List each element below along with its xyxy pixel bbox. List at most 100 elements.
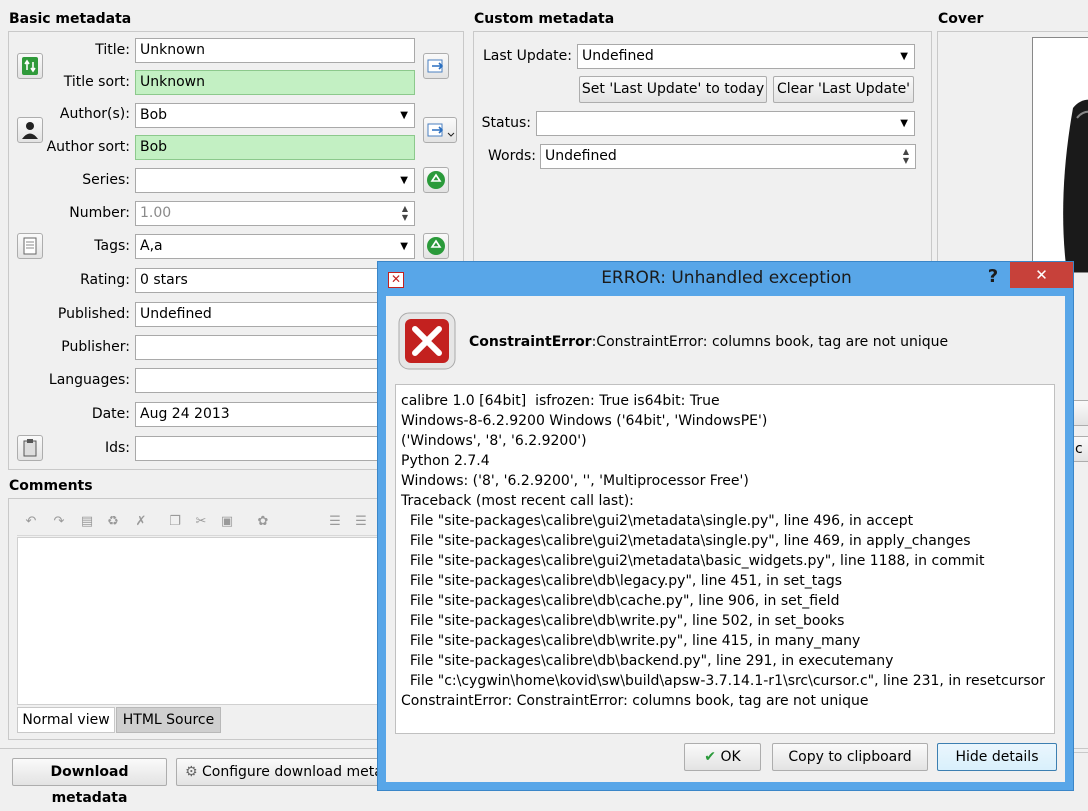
- remove-format-icon[interactable]: ✗: [133, 514, 149, 530]
- series-number-spinbox[interactable]: 1.00 ▲ ▼: [135, 201, 415, 226]
- rating-combobox[interactable]: 0 stars: [135, 268, 380, 293]
- undo-icon[interactable]: ↶: [23, 514, 39, 530]
- unordered-list-icon[interactable]: ☰: [353, 514, 369, 530]
- tab-normal-view[interactable]: Normal view: [17, 707, 115, 733]
- words-spinbox[interactable]: Undefined ▲ ▼: [540, 144, 916, 169]
- custom-metadata-title: Custom metadata: [474, 11, 615, 27]
- clear-tags-button[interactable]: [423, 233, 449, 259]
- last-update-label: Last Update:: [482, 48, 572, 64]
- dialog-body: ConstraintError:ConstraintError: columns…: [386, 296, 1065, 782]
- title-sort-label: Title sort:: [63, 74, 130, 90]
- publisher-combobox[interactable]: [135, 335, 380, 360]
- traceback-line: calibre 1.0 [64bit] isfrozen: True is64b…: [401, 393, 720, 409]
- arrow-right-icon: [427, 59, 444, 73]
- tags-value: A,a: [140, 238, 163, 254]
- tags-combobox[interactable]: A,a ▼: [135, 234, 415, 259]
- paste-icon[interactable]: ▣: [219, 514, 235, 530]
- traceback-line: Traceback (most recent call last):: [401, 493, 634, 509]
- copy-icon[interactable]: ❐: [167, 514, 183, 530]
- basic-metadata-title: Basic metadata: [9, 11, 132, 27]
- date-edit[interactable]: Aug 24 2013: [135, 402, 380, 427]
- comments-editor[interactable]: [17, 537, 382, 705]
- cut-icon[interactable]: ✂: [193, 514, 209, 530]
- configure-download-button[interactable]: ⚙ Configure download meta: [176, 758, 386, 786]
- published-date-edit[interactable]: Undefined: [135, 302, 380, 327]
- error-text: :ConstraintError: columns book, tag are …: [591, 334, 949, 350]
- traceback-line: File "site-packages\calibre\db\backend.p…: [401, 653, 894, 669]
- arrow-right-dropdown-icon: [427, 123, 455, 137]
- configure-download-label: Configure download meta: [202, 764, 383, 780]
- ok-button[interactable]: ✔ OK: [684, 743, 761, 771]
- set-last-update-today-button[interactable]: Set 'Last Update' to today: [579, 76, 767, 103]
- author-sort-input[interactable]: Bob: [135, 135, 415, 160]
- traceback-line: Python 2.7.4: [401, 453, 490, 469]
- chevron-down-icon: ▼: [900, 118, 908, 129]
- ids-label: Ids:: [104, 440, 130, 456]
- cover-image[interactable]: [1032, 37, 1088, 273]
- languages-input[interactable]: [135, 368, 380, 393]
- ids-input[interactable]: [135, 436, 380, 461]
- download-metadata-button[interactable]: Download metadata: [12, 758, 167, 806]
- title-sort-input[interactable]: Unknown: [135, 70, 415, 95]
- author-sort-auto-button[interactable]: [423, 117, 457, 143]
- chevron-down-icon: ▼: [400, 241, 408, 252]
- hide-details-button[interactable]: Hide details: [937, 743, 1057, 771]
- traceback-line: File "site-packages\calibre\db\legacy.py…: [401, 573, 842, 589]
- comments-title: Comments: [9, 478, 93, 494]
- rating-label: Rating:: [80, 272, 130, 288]
- author-sort-label: Author sort:: [46, 139, 130, 155]
- spin-arrows-icon: ▲ ▼: [902, 147, 909, 165]
- languages-label: Languages:: [48, 372, 130, 388]
- color-palette-icon[interactable]: ✿: [255, 514, 271, 530]
- ok-label: OK: [720, 749, 741, 765]
- traceback-line: File "site-packages\calibre\db\cache.py"…: [401, 593, 840, 609]
- clear-last-update-button[interactable]: Clear 'Last Update': [773, 76, 914, 103]
- last-update-combobox[interactable]: Undefined ▼: [577, 44, 915, 69]
- error-dialog: ✕ ERROR: Unhandled exception ? ✕ Constra…: [377, 261, 1074, 791]
- chevron-down-icon: ▼: [900, 51, 908, 62]
- title-sort-auto-button[interactable]: [423, 53, 449, 79]
- title-input[interactable]: Unknown: [135, 38, 415, 63]
- published-label: Published:: [57, 306, 130, 322]
- close-button[interactable]: ✕: [1010, 262, 1073, 288]
- ordered-list-icon[interactable]: ☰: [327, 514, 343, 530]
- select-all-icon[interactable]: ▤: [79, 514, 95, 530]
- chevron-down-icon: ▼: [400, 175, 408, 186]
- traceback-line: File "c:\cygwin\home\kovid\sw\build\apsw…: [401, 673, 1045, 689]
- title-label: Title:: [95, 42, 130, 58]
- dialog-title: ERROR: Unhandled exception: [601, 268, 852, 288]
- cover-book-icon: [1063, 99, 1088, 272]
- traceback-line: ('Windows', '8', '6.2.9200'): [401, 433, 587, 449]
- recycle-icon[interactable]: ♻: [105, 514, 121, 530]
- publisher-label: Publisher:: [61, 339, 130, 355]
- help-button[interactable]: ?: [983, 266, 1003, 287]
- copy-to-clipboard-button[interactable]: Copy to clipboard: [772, 743, 928, 771]
- status-combobox[interactable]: ▼: [536, 111, 915, 136]
- gear-icon: ⚙: [185, 764, 198, 780]
- tab-html-source[interactable]: HTML Source: [116, 707, 221, 733]
- redo-icon[interactable]: ↷: [51, 514, 67, 530]
- series-combobox[interactable]: ▼: [135, 168, 415, 193]
- authors-value: Bob: [140, 107, 168, 123]
- cover-title: Cover: [938, 11, 984, 27]
- traceback-text[interactable]: calibre 1.0 [64bit] isfrozen: True is64b…: [395, 384, 1055, 734]
- words-label: Words:: [488, 148, 536, 164]
- traceback-line: Windows-8-6.2.9200 Windows ('64bit', 'Wi…: [401, 413, 768, 429]
- recycle-icon: [427, 237, 445, 255]
- error-icon: [397, 311, 457, 371]
- comments-toolbar: ↶ ↷ ▤ ♻ ✗ ❐ ✂ ▣ ✿ ☰ ☰: [17, 505, 382, 536]
- clear-series-button[interactable]: [423, 167, 449, 193]
- number-value: 1.00: [140, 205, 172, 221]
- chevron-down-icon: ▼: [400, 110, 408, 121]
- date-label: Date:: [91, 406, 130, 422]
- authors-combobox[interactable]: Bob ▼: [135, 103, 415, 128]
- traceback-line: Windows: ('8', '6.2.9200', '', 'Multipro…: [401, 473, 749, 489]
- error-message: ConstraintError:ConstraintError: columns…: [469, 334, 948, 350]
- series-label: Series:: [82, 172, 130, 188]
- number-label: Number:: [69, 205, 130, 221]
- error-type: ConstraintError: [469, 334, 592, 350]
- authors-label: Author(s):: [59, 106, 130, 122]
- traceback-line: File "site-packages\calibre\db\write.py"…: [401, 613, 845, 629]
- traceback-line: ConstraintError: ConstraintError: column…: [401, 693, 869, 709]
- last-update-value: Undefined: [582, 48, 654, 64]
